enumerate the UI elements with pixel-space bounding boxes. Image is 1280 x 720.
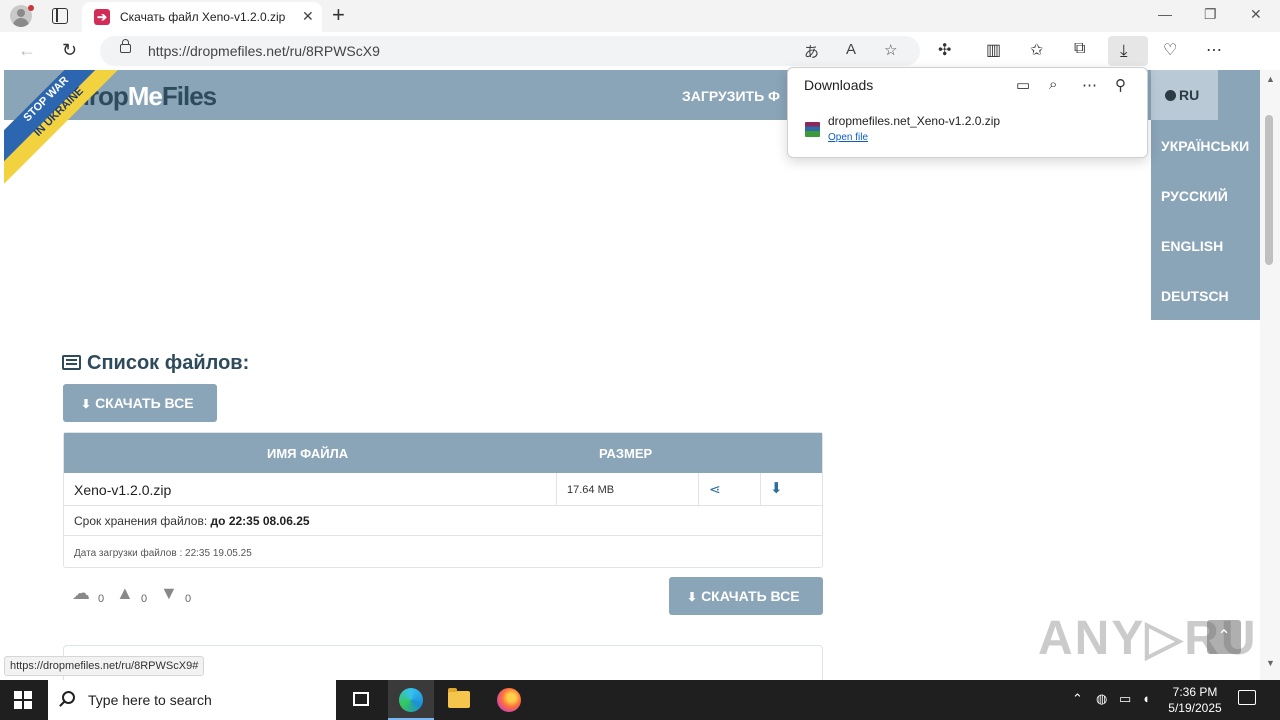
network-icon[interactable]: ▭ [1119,691,1131,707]
firefox-icon [497,688,521,712]
copilot-icon[interactable] [1246,41,1268,61]
language-english[interactable]: ENGLISH [1161,238,1223,254]
download-arrow-icon: ⤓ [1120,41,1128,60]
active-tab[interactable]: ➔ Скачать файл Xeno-v1.2.0.zip ✕ [82,2,322,32]
tab-actions-icon[interactable] [52,8,68,24]
download-count: 0 [98,593,105,605]
window-close-icon[interactable]: ✕ [1250,6,1262,23]
restore-icon[interactable]: ❐ [1204,6,1217,23]
thumbs-up-icon[interactable]: ▲ [116,583,134,604]
volume-icon[interactable]: ◖ [1142,691,1150,706]
column-header-name: ИМЯ ФАЙЛА [267,446,349,461]
link-status-bar: https://dropmefiles.net/ru/8RPWScX9# [4,656,205,676]
profile-notification-dot [28,5,34,11]
clock-time: 7:36 PM [1172,685,1218,699]
favorite-star-icon[interactable]: ☆ [884,41,897,59]
read-aloud-icon[interactable]: A [846,41,856,58]
column-header-size: РАЗМЕР [599,446,653,461]
file-table: ИМЯ ФАЙЛА РАЗМЕР Xeno-v1.2.0.zip 17.64 M… [63,432,823,568]
more-options-icon[interactable]: ⋯ [1206,40,1222,60]
favorites-icon[interactable]: ✩ [1030,40,1043,60]
downloads-title: Downloads [804,77,874,93]
windows-taskbar: Type here to search ⌃ ◍ ▭ ◖ 7:36 PM 5/19… [0,680,1280,720]
windows-start-icon[interactable] [14,691,32,709]
tray-app-icon[interactable]: ◍ [1096,691,1107,707]
download-icon: ⬇ [687,590,698,604]
globe-icon [1165,90,1176,101]
download-all-button-bottom[interactable]: ⬇ СКАЧАТЬ ВСЕ [669,577,823,615]
minimize-icon[interactable]: — [1158,6,1172,22]
table-header: ИМЯ ФАЙЛА РАЗМЕР [64,433,822,473]
share-icon[interactable]: ⋖ [709,481,721,498]
language-german[interactable]: DEUTSCH [1161,288,1229,304]
upload-date-text: Дата загрузки файлов : 22:35 19.05.25 [74,548,252,559]
file-size: 17.64 MB [567,484,615,496]
taskbar-search-placeholder: Type here to search [88,692,212,708]
language-russian[interactable]: РУССКИЙ [1161,188,1228,204]
retention-text: Срок хранения файлов: до 22:35 08.06.25 [74,514,310,528]
table-row: Xeno-v1.2.0.zip 17.64 MB ⋖ ⬇ [64,473,822,506]
scroll-to-top-button[interactable]: ⌃ [1207,620,1241,654]
current-language-button[interactable]: RU [1151,70,1218,120]
lock-icon[interactable] [120,39,131,53]
taskbar-clock[interactable]: 7:36 PM 5/19/2025 [1160,684,1230,716]
pin-icon[interactable]: ⚲ [1115,76,1126,94]
open-folder-icon[interactable]: ▭ [1016,76,1030,94]
tray-chevron-icon[interactable]: ⌃ [1072,691,1083,707]
url-text[interactable]: https://dropmefiles.net/ru/8RPWScX9 [148,43,380,59]
retention-row: Срок хранения файлов: до 22:35 08.06.25 [64,506,822,536]
dislike-count: 0 [185,593,192,605]
scroll-down-arrow-icon[interactable]: ▼ [1266,658,1275,668]
language-menu: RU УКРАЇНСЬКИ РУССКИЙ ENGLISH DEUTSCH [1151,70,1260,320]
language-ukrainian[interactable]: УКРАЇНСЬКИ [1161,138,1249,154]
download-file-icon[interactable]: ⬇ [770,479,783,497]
new-tab-icon[interactable]: + [332,3,345,27]
thumbs-down-icon[interactable]: ▼ [160,583,178,604]
tab-title: Скачать файл Xeno-v1.2.0.zip [120,10,286,24]
upload-date-row: Дата загрузки файлов : 22:35 19.05.25 [64,536,822,568]
file-list-heading: Список файлов: [62,352,249,375]
task-view-button[interactable] [338,680,384,720]
folder-icon [448,688,470,708]
address-bar[interactable]: https://dropmefiles.net/ru/8RPWScX9 あ A … [100,36,920,66]
page-viewport: dropMeFiles ЗАГРУЗИТЬ Ф STOP WAR IN UKRA… [4,70,1260,680]
search-icon [62,691,75,704]
taskbar-edge[interactable] [388,680,434,720]
downloads-panel: Downloads ▭ ⌕ ⋯ ⚲ dropmefiles.net_Xeno-v… [787,67,1148,158]
split-screen-icon[interactable]: ▥ [986,40,1001,60]
download-all-button-top[interactable]: ⬇ СКАЧАТЬ ВСЕ [63,384,217,422]
refresh-icon[interactable]: ↻ [62,39,77,61]
extensions-icon[interactable]: ✣ [938,40,951,60]
list-icon [62,355,81,370]
dropmefiles-favicon-icon: ➔ [94,9,110,25]
tab-close-icon[interactable]: ✕ [302,8,314,25]
scroll-thumb[interactable] [1265,115,1273,265]
edge-icon [399,688,423,712]
browser-tab-bar: ➔ Скачать файл Xeno-v1.2.0.zip ✕ + — ❐ ✕ [0,0,1280,32]
browser-toolbar: ← ↻ https://dropmefiles.net/ru/8RPWScX9 … [0,32,1280,70]
open-file-link[interactable]: Open file [828,132,868,143]
taskbar-search[interactable]: Type here to search [48,680,336,720]
search-downloads-icon[interactable]: ⌕ [1049,76,1057,93]
back-arrow-icon[interactable]: ← [18,39,36,61]
taskbar-firefox[interactable] [486,680,532,720]
taskbar-file-explorer[interactable] [436,680,482,720]
nav-upload-link[interactable]: ЗАГРУЗИТЬ Ф [682,88,780,104]
downloaded-file-name[interactable]: dropmefiles.net_Xeno-v1.2.0.zip [828,114,1000,128]
task-view-icon [353,692,369,706]
downloads-button[interactable]: ⤓ [1108,36,1148,66]
download-icon: ⬇ [81,397,92,411]
collections-icon[interactable]: ⧉ [1074,40,1085,58]
file-name: Xeno-v1.2.0.zip [74,482,172,498]
like-count: 0 [141,593,148,605]
clock-date: 5/19/2025 [1168,701,1222,715]
browser-essentials-icon[interactable]: ♡ [1163,40,1177,60]
page-scrollbar[interactable]: ▲ ▼ [1260,70,1280,680]
archive-file-icon [805,122,820,137]
cloud-download-icon: ☁ [72,583,90,603]
notifications-icon[interactable] [1238,690,1256,705]
scroll-up-arrow-icon[interactable]: ▲ [1266,74,1275,84]
translate-icon[interactable]: あ [804,41,819,62]
downloads-more-icon[interactable]: ⋯ [1082,76,1097,94]
